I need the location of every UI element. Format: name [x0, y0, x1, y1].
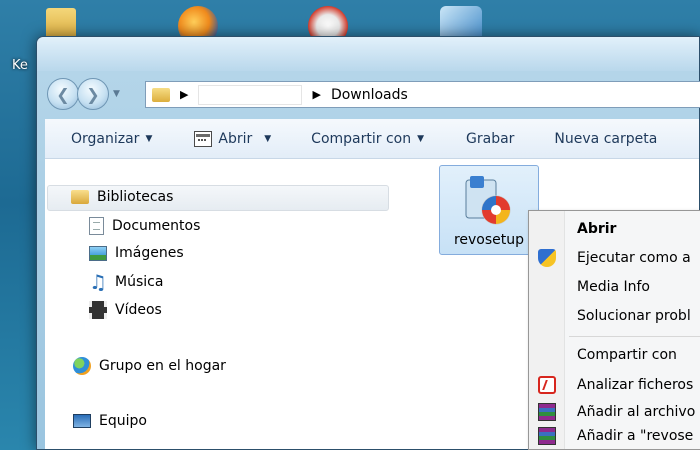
menu-item-media-info[interactable]: Media Info [529, 274, 700, 300]
menu-item-label: Abrir [577, 221, 617, 237]
share-with-button[interactable]: Compartir con ▼ [283, 131, 436, 147]
nav-item-label: Imágenes [115, 245, 184, 261]
menu-item-label: Solucionar probl [577, 308, 691, 324]
antivirus-icon [538, 376, 556, 394]
recent-pages-dropdown[interactable]: ▼ [113, 89, 120, 99]
new-folder-label: Nueva carpeta [554, 130, 658, 147]
menu-item-scan[interactable]: Analizar ficheros [529, 372, 700, 398]
arrow-left-icon: ❮ [56, 84, 70, 104]
chevron-down-icon: ▼ [145, 133, 153, 144]
chevron-down-icon: ▼ [264, 133, 272, 144]
installer-icon [465, 176, 511, 225]
open-button[interactable]: Abrir ▼ [164, 130, 283, 147]
picture-icon [89, 245, 107, 261]
menu-item-label: Media Info [577, 279, 650, 295]
nav-item-label: Documentos [112, 218, 201, 234]
command-bar: Organizar ▼ Abrir ▼ Compartir con ▼ Grab… [45, 119, 699, 159]
winrar-icon [538, 427, 556, 445]
menu-item-label: Analizar ficheros [577, 377, 694, 393]
nav-item-music[interactable]: ♫ Música [89, 270, 164, 294]
share-with-label: Compartir con [311, 130, 412, 147]
menu-item-add-to-named-archive[interactable]: Añadir a "revose [529, 423, 700, 449]
menu-separator [569, 336, 700, 337]
film-icon [89, 301, 107, 319]
forward-button[interactable]: ❯ [77, 78, 109, 110]
window-title-bar[interactable] [37, 37, 699, 71]
open-with-icon [194, 130, 213, 147]
nav-item-homegroup[interactable]: Grupo en el hogar [73, 357, 226, 375]
open-label: Abrir [218, 130, 253, 147]
menu-item-run-as[interactable]: Ejecutar como a [529, 245, 700, 271]
libraries-icon [71, 190, 89, 204]
menu-item-open[interactable]: Abrir [529, 216, 700, 242]
organize-button[interactable]: Organizar ▼ [45, 131, 164, 147]
file-name: revosetup [453, 232, 525, 248]
chevron-right-icon[interactable]: ▶ [180, 88, 188, 101]
arrow-right-icon: ❯ [86, 84, 100, 104]
burn-button[interactable]: Grabar [436, 131, 526, 147]
chevron-down-icon: ▼ [417, 133, 425, 144]
context-menu: Abrir Ejecutar como a Media Info Solucio… [528, 210, 700, 450]
nav-item-libraries[interactable]: Bibliotecas [71, 189, 173, 205]
folder-icon [152, 87, 170, 102]
nav-item-label: Equipo [99, 413, 147, 429]
burn-label: Grabar [466, 130, 515, 147]
menu-item-label: Ejecutar como a [577, 250, 691, 266]
computer-icon [73, 414, 91, 428]
address-bar[interactable]: ▶ ▶ Downloads [145, 81, 700, 108]
navigation-pane: Bibliotecas Documentos Imágenes ♫ Música… [45, 159, 421, 449]
menu-item-label: Añadir a "revose [577, 428, 694, 444]
nav-item-label: Música [115, 274, 164, 290]
nav-item-label: Bibliotecas [97, 189, 174, 205]
music-note-icon: ♫ [89, 270, 107, 294]
nav-item-videos[interactable]: Vídeos [89, 301, 162, 319]
uac-shield-icon [538, 249, 556, 267]
homegroup-icon [73, 357, 91, 375]
file-item-revosetup[interactable]: revosetup [439, 165, 539, 255]
desktop-icon-label: Ke [12, 58, 28, 73]
menu-item-label: Compartir con [577, 347, 677, 363]
menu-item-share-with[interactable]: Compartir con [529, 342, 700, 368]
document-icon [89, 217, 104, 235]
menu-item-label: Añadir al archivo [577, 404, 696, 420]
menu-item-troubleshoot[interactable]: Solucionar probl [529, 303, 700, 329]
nav-item-label: Grupo en el hogar [99, 358, 226, 374]
breadcrumb-downloads[interactable]: Downloads [331, 87, 408, 103]
menu-item-add-to-archive[interactable]: Añadir al archivo [529, 399, 700, 425]
back-button[interactable]: ❮ [47, 78, 79, 110]
winrar-icon [538, 403, 556, 421]
nav-item-documents[interactable]: Documentos [89, 217, 200, 235]
new-folder-button[interactable]: Nueva carpeta [526, 131, 669, 147]
breadcrumb-segment[interactable] [198, 84, 303, 105]
organize-label: Organizar [71, 130, 140, 147]
chevron-right-icon[interactable]: ▶ [312, 88, 320, 101]
nav-item-computer[interactable]: Equipo [73, 413, 147, 429]
navigation-buttons: ❮ ❯ ▼ [47, 77, 120, 111]
nav-item-images[interactable]: Imágenes [89, 245, 184, 261]
nav-item-label: Vídeos [115, 302, 162, 318]
